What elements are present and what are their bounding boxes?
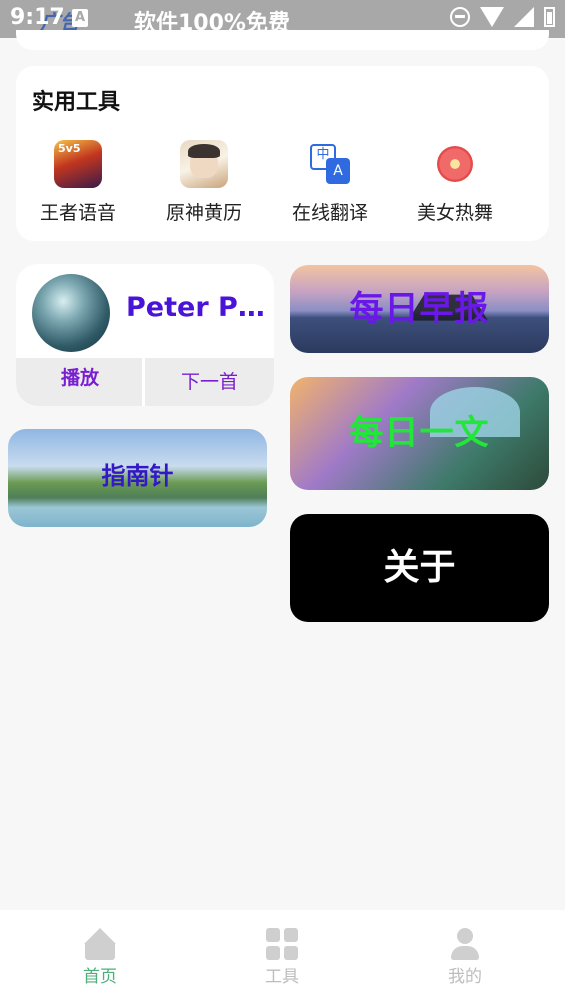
home-icon [84,928,116,960]
album-art[interactable] [32,274,110,352]
battery-icon [544,7,555,27]
tool-label: 原神黄历 [165,202,242,224]
song-title: Peter P… [126,292,265,323]
next-song-button[interactable]: 下一首 [142,358,274,406]
compass-label: 指南针 [101,462,174,490]
status-icons [450,7,555,27]
tools-card: 实用工具 王者语音 原神黄历 在线翻译 美女热舞 [16,66,549,241]
user-icon [449,928,481,960]
music-player-card: Peter P… 播放 下一首 [16,264,274,406]
tool-label: 王者语音 [39,202,116,224]
nav-mine[interactable]: 我的 [405,928,525,987]
play-button[interactable]: 播放 [16,358,144,406]
daily-news-button[interactable]: 每日早报 [290,265,549,353]
translate-icon [306,140,354,188]
daily-news-label: 每日早报 [349,289,490,329]
compass-button[interactable]: 指南针 [8,429,267,527]
wifi-icon [480,7,504,27]
grid-icon [266,928,298,960]
notification-a-icon: A [72,9,88,27]
tool-dance[interactable]: 美女热舞 [400,140,510,225]
nav-label: 我的 [448,967,482,987]
tool-label: 在线翻译 [291,202,368,224]
tool-king-voice[interactable]: 王者语音 [23,140,133,225]
do-not-disturb-icon [450,7,470,27]
about-button[interactable]: 关于 [290,514,549,622]
nav-label: 工具 [265,967,299,987]
king-glory-icon [54,140,102,188]
bottom-nav: 首页 工具 我的 [0,910,565,1004]
status-time: 9:17 [10,5,65,30]
signal-icon [514,7,534,27]
tool-genshin-almanac[interactable]: 原神黄历 [149,140,259,225]
genshin-icon [180,140,228,188]
daily-article-label: 每日一文 [349,413,490,453]
flower-icon [431,140,479,188]
tools-title: 实用工具 [32,90,121,115]
about-label: 关于 [383,547,456,588]
tool-label: 美女热舞 [416,202,493,224]
player-controls: 播放 下一首 [16,358,274,406]
nav-label: 首页 [83,967,117,987]
tool-online-translate[interactable]: 在线翻译 [275,140,385,225]
nav-tools[interactable]: 工具 [222,928,342,987]
daily-article-button[interactable]: 每日一文 [290,377,549,490]
nav-home[interactable]: 首页 [40,928,160,987]
top-card [16,30,549,50]
